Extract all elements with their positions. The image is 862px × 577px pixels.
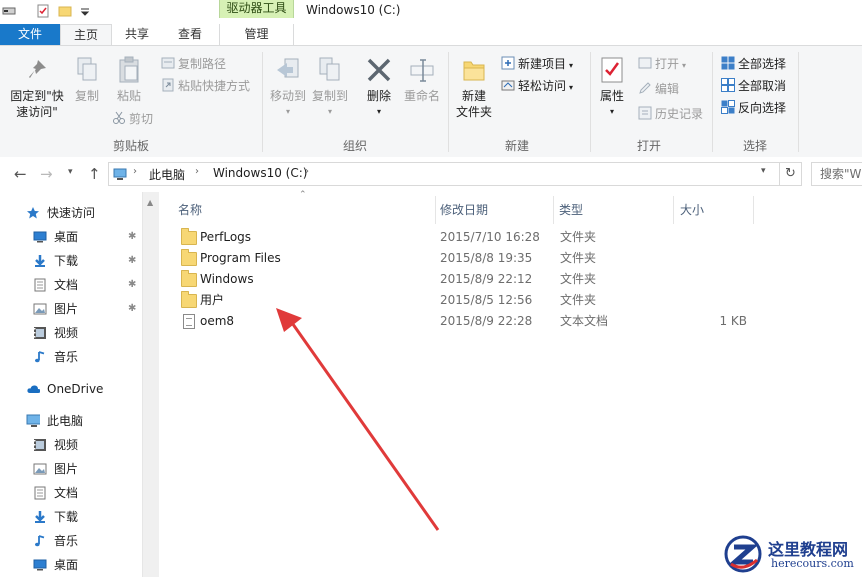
watermark: 这里教程网 herecours.com [715, 530, 862, 577]
watermark-logo-icon [724, 535, 762, 573]
annotation-arrow [276, 308, 440, 531]
watermark-en: herecours.com [771, 557, 854, 570]
